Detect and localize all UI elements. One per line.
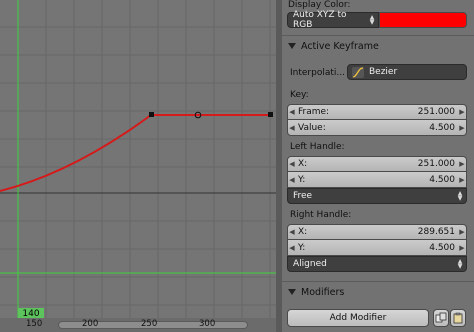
divider [282, 35, 474, 36]
increment-arrow-icon[interactable]: ▶ [458, 176, 466, 184]
increment-arrow-icon[interactable]: ▶ [458, 244, 466, 252]
section-title: Modifiers [301, 286, 345, 298]
grid-lines [0, 0, 281, 318]
decrement-arrow-icon[interactable]: ◀ [288, 160, 296, 168]
copy-modifiers-button[interactable] [433, 309, 449, 327]
key-frame-field[interactable]: ◀ Frame: 251.000 ▶ [287, 104, 467, 120]
active-keyframe-header[interactable]: Active Keyframe [282, 37, 474, 55]
increment-arrow-icon[interactable]: ▶ [458, 124, 466, 132]
right-handle-y-field[interactable]: ◀ Y: 4.500 ▶ [287, 240, 467, 256]
graph-editor[interactable]: 140 [0, 0, 281, 332]
frame-tick-label: 250 [141, 319, 158, 329]
paste-modifiers-button[interactable] [450, 309, 466, 327]
increment-arrow-icon[interactable]: ▶ [458, 108, 466, 116]
left-handle-type-dropdown[interactable]: Free ▲ ▼ [287, 188, 467, 204]
updown-arrows-icon: ▲ ▼ [369, 14, 375, 26]
right-handle-type-dropdown[interactable]: Aligned ▲ ▼ [287, 256, 467, 272]
section-title: Active Keyframe [301, 40, 379, 52]
modifiers-header[interactable]: Modifiers [282, 283, 474, 301]
left-handle-label: Left Handle: [290, 142, 345, 152]
right-handle-point[interactable] [268, 112, 273, 117]
key-value-field[interactable]: ◀ Value: 4.500 ▶ [287, 120, 467, 136]
decrement-arrow-icon[interactable]: ◀ [288, 124, 296, 132]
increment-arrow-icon[interactable]: ▶ [458, 228, 466, 236]
decrement-arrow-icon[interactable]: ◀ [288, 244, 296, 252]
display-color-label: Display Color: [288, 0, 351, 10]
fcurve[interactable] [0, 114, 271, 192]
updown-arrows-icon: ▲ ▼ [457, 190, 463, 202]
interpolation-dropdown[interactable]: Bezier [347, 64, 467, 80]
collapse-triangle-icon [288, 43, 296, 49]
divider [282, 281, 474, 282]
color-mode-dropdown[interactable]: Auto XYZ to RGB ▲ ▼ [287, 10, 379, 30]
right-handle-label: Right Handle: [290, 210, 352, 220]
graph-canvas[interactable] [0, 0, 281, 332]
left-handle-point[interactable] [149, 112, 154, 117]
right-handle-x-field[interactable]: ◀ X: 289.651 ▶ [287, 224, 467, 240]
collapse-triangle-icon [288, 289, 296, 295]
frame-tick-label: 150 [26, 319, 43, 329]
add-modifier-button[interactable]: Add Modifier [287, 309, 429, 327]
paste-modifiers-icon [453, 312, 463, 324]
frame-tick-label: 300 [199, 319, 216, 329]
copy-modifiers-icon [435, 312, 447, 323]
decrement-arrow-icon[interactable]: ◀ [288, 176, 296, 184]
interpolation-bezier-icon [352, 66, 364, 78]
frame-tick-label: 200 [82, 319, 99, 329]
interpolation-label: Interpolati... [290, 68, 345, 78]
key-label: Key: [290, 90, 309, 100]
updown-arrows-icon: ▲ ▼ [457, 258, 463, 270]
decrement-arrow-icon[interactable]: ◀ [288, 228, 296, 236]
decrement-arrow-icon[interactable]: ◀ [288, 108, 296, 116]
increment-arrow-icon[interactable]: ▶ [458, 160, 466, 168]
left-handle-y-field[interactable]: ◀ Y: 4.500 ▶ [287, 172, 467, 188]
properties-panel: Display Color: Auto XYZ to RGB ▲ ▼ Active… [282, 0, 474, 332]
display-color-swatch[interactable] [379, 12, 467, 28]
left-handle-x-field[interactable]: ◀ X: 251.000 ▶ [287, 156, 467, 172]
